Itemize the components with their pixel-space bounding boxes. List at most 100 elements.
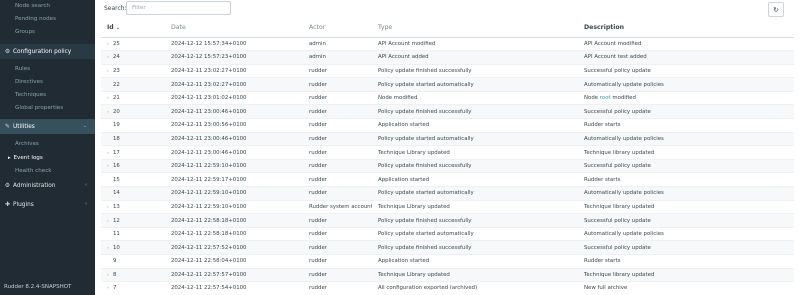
- cell-description: Node root modified: [578, 91, 794, 106]
- table-row[interactable]: › 20 2024-12-11 23:00:46+0100 rudder Policy …: [101, 104, 794, 120]
- table-row[interactable]: › 21 2024-12-11 23:01:02+0100 rudder Node mo…: [101, 91, 794, 106]
- event-id: 23: [113, 67, 120, 74]
- wrench-icon: ✎: [4, 123, 11, 131]
- column-header-id[interactable]: Id ⌄: [101, 19, 165, 38]
- cell-actor: rudder: [303, 213, 372, 228]
- refresh-button[interactable]: ↻: [768, 2, 784, 17]
- event-id: 24: [113, 54, 120, 61]
- table-row[interactable]: › 25 2024-12-12 15:57:34+0100 admin API Acco…: [101, 37, 794, 52]
- cell-id: 19: [101, 118, 165, 133]
- table-row: 11 2024-12-11 22:58:18+0100 rudder Policy u…: [101, 227, 794, 242]
- table-row[interactable]: › 8 2024-12-11 22:57:57+0100 rudder Techniqu…: [101, 268, 794, 283]
- cell-description: Automatically update policies: [578, 186, 794, 201]
- cell-date: 2024-12-11 22:57:52+0100: [165, 240, 303, 255]
- sidebar-item-node-search[interactable]: Node search: [0, 0, 95, 13]
- event-id: 15: [113, 176, 120, 183]
- cell-description: Technique library updated: [578, 200, 794, 215]
- sidebar-item-event-logs[interactable]: ▸ Event logs: [0, 152, 95, 165]
- table-row[interactable]: › 23 2024-12-11 23:02:27+0100 rudder Policy …: [101, 64, 794, 79]
- sidebar-group-plugins[interactable]: ✚ Plugins ‹: [0, 197, 95, 212]
- sidebar-item-pending-nodes[interactable]: Pending nodes: [0, 13, 95, 26]
- cell-type: Technique Library updated: [372, 145, 578, 160]
- cell-actor: rudder: [303, 104, 372, 120]
- table-row[interactable]: › 13 2024-12-11 22:59:10+0100 Rudder system…: [101, 200, 794, 215]
- table-row[interactable]: › 12 2024-12-11 22:58:18+0100 rudder Policy …: [101, 213, 794, 228]
- sidebar-item-health-check[interactable]: Health check: [0, 165, 95, 178]
- event-id: 19: [113, 122, 120, 129]
- chevron-down-icon: ⌄: [82, 123, 87, 130]
- puzzle-icon: ✚: [4, 200, 11, 208]
- cell-date: 2024-12-11 23:00:56+0100: [165, 118, 303, 133]
- cell-date: 2024-12-11 22:58:04+0100: [165, 254, 303, 269]
- cell-actor: rudder: [303, 77, 372, 92]
- cell-date: 2024-12-12 15:57:34+0100: [165, 37, 303, 52]
- sidebar-group-administration[interactable]: ⚙ Administration ‹: [0, 178, 95, 193]
- cell-type: Policy update started automatically: [372, 132, 578, 147]
- table-row[interactable]: › 10 2024-12-11 22:57:52+0100 rudder Policy …: [101, 240, 794, 255]
- chevron-left-icon: ‹: [85, 181, 87, 188]
- column-header-type[interactable]: Type: [372, 19, 578, 38]
- cell-description: Automatically update policies: [578, 132, 794, 147]
- cell-actor: rudder: [303, 91, 372, 106]
- cell-id: › 23: [101, 64, 165, 79]
- cell-description: Successful policy update: [578, 104, 794, 120]
- cell-date: 2024-12-11 23:01:02+0100: [165, 91, 303, 106]
- cell-type: Technique Library updated: [372, 268, 578, 283]
- cell-description: Technique library updated: [578, 268, 794, 283]
- cell-id: › 24: [101, 50, 165, 65]
- event-id: 21: [113, 95, 120, 102]
- event-id: 16: [113, 163, 120, 170]
- node-link[interactable]: root: [600, 95, 611, 101]
- cell-description: Successful policy update: [578, 159, 794, 174]
- sidebar-item-techniques[interactable]: Techniques: [0, 89, 95, 102]
- cell-actor: rudder: [303, 132, 372, 147]
- cell-date: 2024-12-11 23:00:46+0100: [165, 104, 303, 120]
- cell-date: 2024-12-11 23:00:46+0100: [165, 145, 303, 160]
- event-id: 11: [113, 231, 120, 238]
- sidebar-group-label: Configuration policy: [13, 48, 72, 55]
- refresh-icon: ↻: [773, 5, 779, 14]
- cell-id: 18: [101, 132, 165, 147]
- cell-type: All configuration exported (archived): [372, 281, 578, 295]
- cell-type: Application started: [372, 254, 578, 269]
- cell-description: Rudder starts: [578, 172, 794, 188]
- cell-id: › 8: [101, 268, 165, 283]
- sidebar-group-utilities[interactable]: ✎ Utilities ⌄: [0, 119, 95, 135]
- column-header-date[interactable]: Date: [165, 19, 303, 38]
- cell-date: 2024-12-11 22:59:10+0100: [165, 200, 303, 215]
- cog-icon: ⚙: [4, 181, 11, 189]
- sort-desc-icon: ⌄: [115, 25, 120, 32]
- cell-type: API Account added: [372, 50, 578, 65]
- table-row[interactable]: › 17 2024-12-11 23:00:46+0100 rudder Techniq…: [101, 145, 794, 160]
- cell-id: › 7: [101, 281, 165, 295]
- table-row[interactable]: › 16 2024-12-11 22:59:10+0100 rudder Policy …: [101, 159, 794, 174]
- cell-actor: rudder: [303, 254, 372, 269]
- sidebar-item-groups[interactable]: Groups: [0, 26, 95, 39]
- cell-id: › 10: [101, 240, 165, 255]
- sidebar-item-rules[interactable]: Rules: [0, 63, 95, 76]
- event-id: 9: [113, 258, 117, 265]
- cell-id: 11: [101, 227, 165, 242]
- column-header-description[interactable]: Description: [578, 19, 794, 38]
- cell-actor: rudder: [303, 145, 372, 160]
- event-id: 10: [113, 244, 120, 251]
- cell-type: API Account modified: [372, 37, 578, 52]
- sidebar-group-configuration-policy[interactable]: ⚙ Configuration policy: [0, 43, 95, 59]
- sidebar-group-label: Administration: [13, 182, 56, 189]
- cell-type: Technique Library updated: [372, 200, 578, 215]
- sidebar-item-archives[interactable]: Archives: [0, 138, 95, 151]
- table-row[interactable]: › 7 2024-12-11 22:57:54+0100 rudder All conf…: [101, 281, 794, 295]
- cell-id: › 17: [101, 145, 165, 160]
- table-row[interactable]: › 24 2024-12-12 15:57:23+0100 admin API Acco…: [101, 50, 794, 65]
- search-input[interactable]: [126, 1, 231, 15]
- column-header-actor[interactable]: Actor: [303, 19, 372, 38]
- cell-actor: rudder: [303, 118, 372, 133]
- cell-actor: rudder: [303, 268, 372, 283]
- sidebar-item-directives[interactable]: Directives: [0, 76, 95, 89]
- sidebar-item-label: Event logs: [13, 154, 43, 161]
- sidebar-item-global-properties[interactable]: Global properties: [0, 102, 95, 115]
- event-id: 20: [113, 108, 120, 115]
- cell-date: 2024-12-11 23:02:27+0100: [165, 64, 303, 79]
- cell-actor: Rudder system account: [303, 200, 372, 215]
- cell-type: Policy update started automatically: [372, 186, 578, 201]
